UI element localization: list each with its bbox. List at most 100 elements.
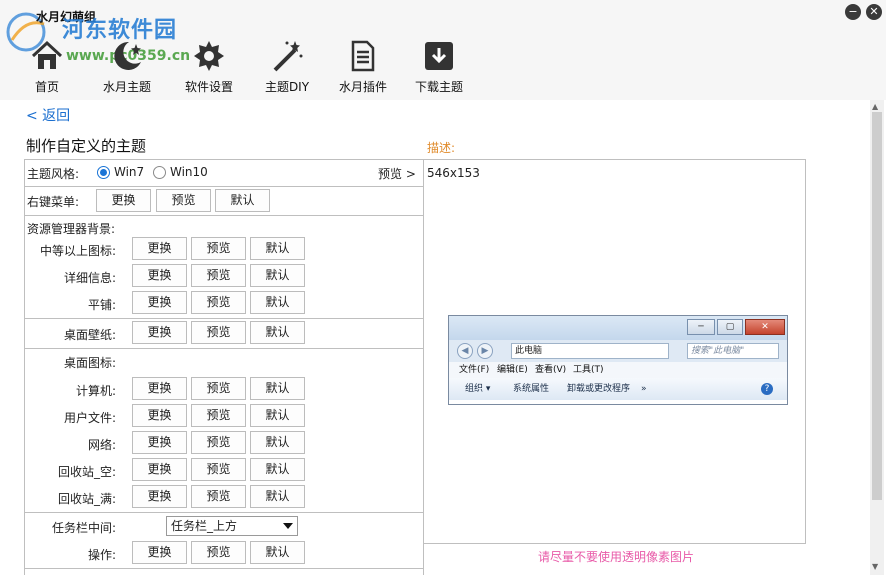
replace-button[interactable]: 更换 [132, 404, 187, 427]
replace-button[interactable]: 更换 [132, 264, 187, 287]
nav-plugins[interactable]: 水月插件 [331, 38, 395, 95]
wallpaper-default-button[interactable]: 默认 [250, 321, 305, 344]
context-menu-preview-button[interactable]: 预览 [156, 189, 211, 212]
operation-label: 操作: [87, 548, 116, 562]
preview-button[interactable]: 预览 [191, 291, 246, 314]
explorer-command: » [641, 384, 647, 394]
page-title: 制作自定义的主题 [26, 137, 147, 155]
replace-button[interactable]: 更换 [132, 291, 187, 314]
scroll-up-icon[interactable]: ▲ [872, 102, 878, 111]
theme-preview-link[interactable]: 预览 > [378, 165, 416, 182]
explorer-search-field: 搜索"此电脑" [687, 343, 779, 359]
preview-button[interactable]: 预览 [191, 404, 246, 427]
explorer-row: 详细信息: 更换 预览 默认 [25, 263, 423, 289]
operation-replace-button[interactable]: 更换 [132, 541, 187, 564]
context-menu-default-button[interactable]: 默认 [215, 189, 270, 212]
default-button[interactable]: 默认 [250, 264, 305, 287]
desktop-icon-row-label: 回收站_空: [57, 465, 116, 479]
explorer-command: 卸载或更改程序 [567, 384, 631, 394]
default-button[interactable]: 默认 [250, 237, 305, 260]
radio-win10[interactable] [153, 166, 166, 179]
replace-button[interactable]: 更换 [132, 431, 187, 454]
default-button[interactable]: 默认 [250, 431, 305, 454]
nav-shuiyue-theme[interactable]: 水月主题 [95, 38, 159, 95]
forward-arrow-icon: ▶ [477, 343, 493, 359]
default-button[interactable]: 默认 [250, 377, 305, 400]
explorer-command: 系统属性 [513, 384, 550, 394]
scroll-down-icon[interactable]: ▼ [872, 562, 878, 571]
explorer-menu-bar: 文件(F) 编辑(E) 查看(V) 工具(T) [449, 362, 787, 378]
operation-preview-button[interactable]: 预览 [191, 541, 246, 564]
desktop-icon-row-label: 网络: [87, 438, 116, 452]
wallpaper-label: 桌面壁纸: [63, 328, 116, 342]
preview-button[interactable]: 预览 [191, 264, 246, 287]
replace-button[interactable]: 更换 [132, 237, 187, 260]
context-menu-replace-button[interactable]: 更换 [96, 189, 151, 212]
explorer-bg-label: 资源管理器背景: [27, 222, 116, 236]
desktop-icon-row-label: 用户文件: [63, 411, 116, 425]
explorer-command-bar: 组织 ▾ 系统属性 卸载或更改程序 » ? [449, 378, 787, 400]
desktop-icon-row-label: 计算机: [75, 384, 116, 398]
download-box-icon [425, 42, 453, 70]
nav-theme-diy[interactable]: 主题DIY [255, 38, 319, 95]
taskbar-select[interactable]: 任务栏_上方 [166, 516, 298, 536]
default-button[interactable]: 默认 [250, 485, 305, 508]
desktop-icon-row: 网络: 更换 预览 默认 [25, 430, 423, 456]
preview-button[interactable]: 预览 [191, 485, 246, 508]
explorer-menu-item: 查看(V) [535, 365, 567, 375]
default-button[interactable]: 默认 [250, 404, 305, 427]
explorer-preview-image: ─ ▢ ✕ ◀ ▶ 此电脑 搜索"此电脑" 文件(F) 编辑(E) 查看(V) … [448, 315, 788, 405]
preview-panel: 546x153 ─ ▢ ✕ ◀ ▶ 此电脑 搜索"此电脑" 文件(F) 编辑(E… [423, 159, 806, 544]
radio-win7-label: Win7 [114, 165, 145, 179]
gear-icon [194, 41, 224, 71]
nav-settings[interactable]: 软件设置 [177, 38, 241, 95]
settings-panel: 主题风格: Win7 Win10 预览 > 右键菜单: 更换 预览 默认 资源管… [24, 159, 424, 575]
minimize-button[interactable]: − [845, 4, 861, 20]
transparency-hint: 请尽量不要使用透明像素图片 [538, 550, 695, 564]
theme-style-row: 主题风格: Win7 Win10 预览 > [25, 160, 423, 185]
explorer-address-field: 此电脑 [511, 343, 669, 359]
moon-star-icon [114, 41, 141, 70]
operation-row: 操作: 更换 预览 默认 [25, 540, 423, 566]
preview-button[interactable]: 预览 [191, 458, 246, 481]
nav-download-theme[interactable]: 下载主题 [407, 38, 471, 95]
replace-button[interactable]: 更换 [132, 377, 187, 400]
back-arrow-icon: ◀ [457, 343, 473, 359]
explorer-row-label: 详细信息: [63, 271, 116, 285]
wallpaper-preview-button[interactable]: 预览 [191, 321, 246, 344]
taskbar-select-value: 任务栏_上方 [171, 519, 238, 533]
back-link[interactable]: < 返回 [26, 105, 70, 125]
default-button[interactable]: 默认 [250, 291, 305, 314]
default-button[interactable]: 默认 [250, 458, 305, 481]
scrollbar-thumb[interactable] [872, 112, 882, 500]
desktop-icon-row: 回收站_空: 更换 预览 默认 [25, 457, 423, 483]
desktop-icon-row-label: 回收站_满: [57, 492, 116, 506]
replace-button[interactable]: 更换 [132, 458, 187, 481]
home-icon [31, 40, 63, 69]
preview-button[interactable]: 预览 [191, 237, 246, 260]
context-menu-row: 右键菜单: 更换 预览 默认 [25, 187, 423, 215]
explorer-address-bar: ◀ ▶ 此电脑 搜索"此电脑" [449, 340, 787, 362]
explorer-row: 平铺: 更换 预览 默认 [25, 290, 423, 316]
taskbar-label: 任务栏中间: [51, 521, 116, 535]
close-icon: ✕ [745, 319, 785, 335]
operation-default-button[interactable]: 默认 [250, 541, 305, 564]
explorer-command: 组织 ▾ [465, 384, 491, 394]
explorer-menu-item: 工具(T) [573, 365, 604, 375]
radio-win10-label: Win10 [170, 165, 208, 179]
preview-button[interactable]: 预览 [191, 377, 246, 400]
nav-home[interactable]: 首页 [15, 38, 79, 95]
close-button[interactable]: ✕ [866, 4, 882, 20]
wallpaper-row: 桌面壁纸: 更换 预览 默认 [25, 319, 423, 347]
magic-wand-icon [273, 41, 303, 72]
preview-button[interactable]: 预览 [191, 431, 246, 454]
preview-size-text: 546x153 [427, 166, 480, 180]
wallpaper-replace-button[interactable]: 更换 [132, 321, 187, 344]
radio-win7[interactable] [97, 166, 110, 179]
explorer-row-label: 中等以上图标: [39, 244, 116, 258]
explorer-content-area [449, 400, 787, 404]
replace-button[interactable]: 更换 [132, 485, 187, 508]
explorer-titlebar: ─ ▢ ✕ [449, 316, 787, 340]
desktop-icon-row: 计算机: 更换 预览 默认 [25, 376, 423, 402]
chevron-down-icon [283, 523, 293, 529]
